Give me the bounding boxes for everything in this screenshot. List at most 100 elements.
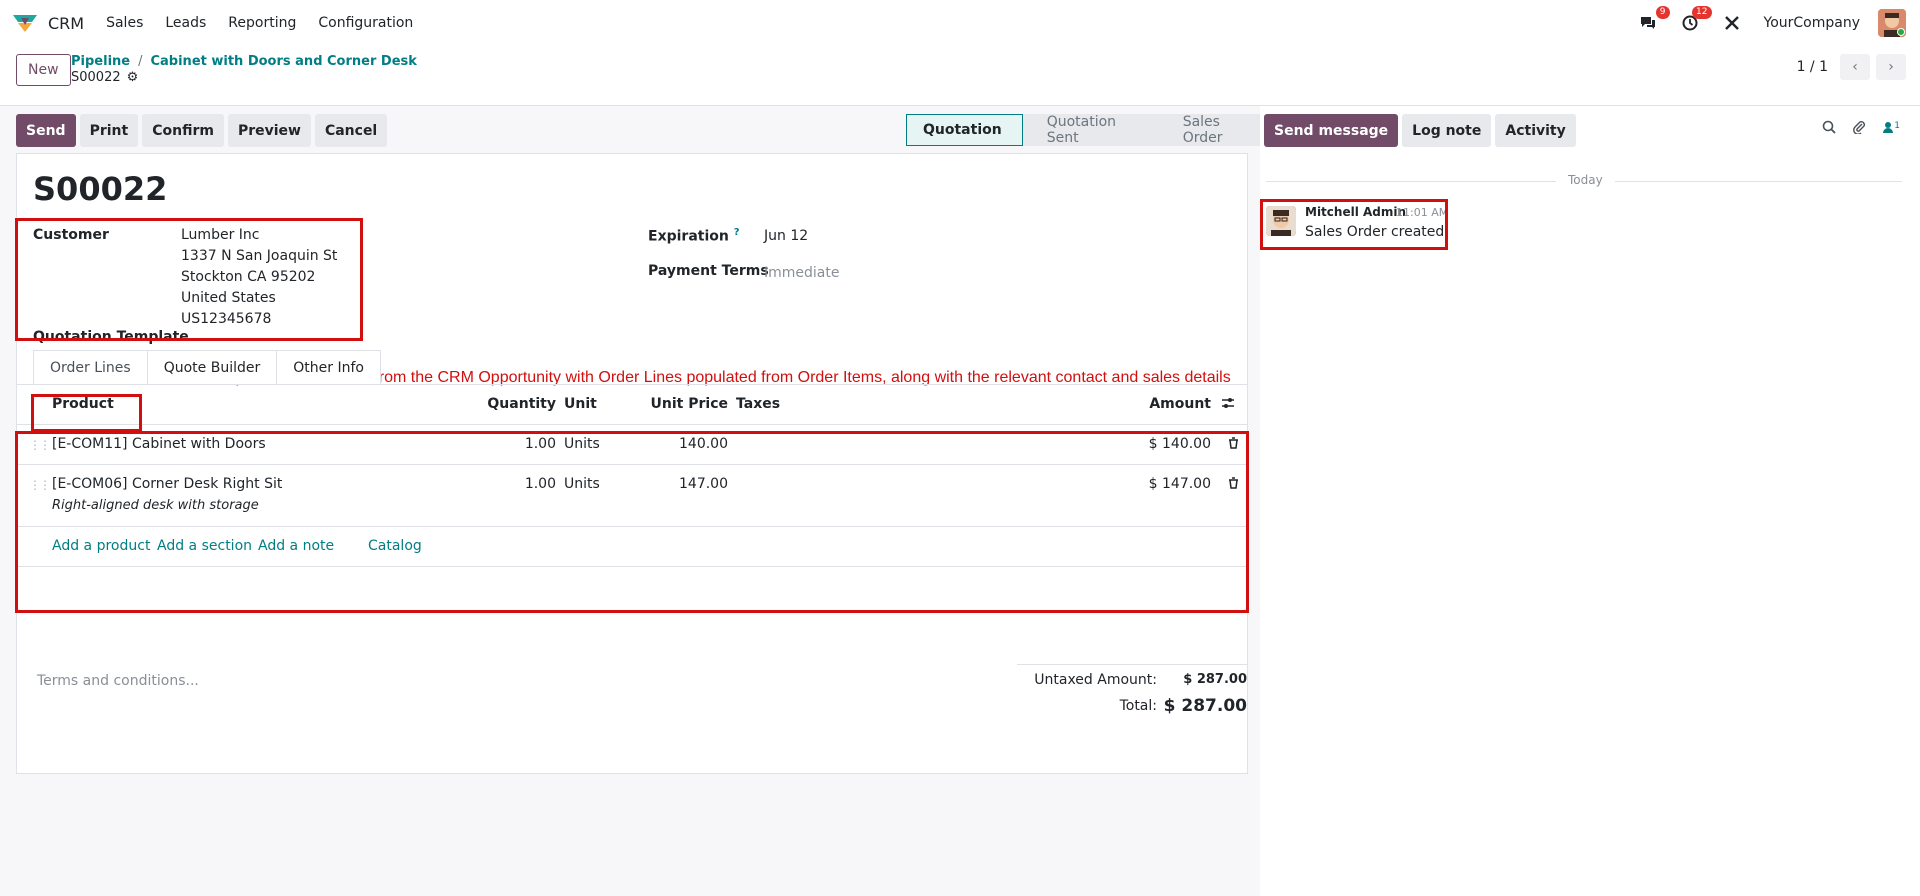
cancel-button[interactable]: Cancel xyxy=(314,114,388,147)
table-row[interactable]: ⋮⋮ [E-COM06] Corner Desk Right Sit 1.00 … xyxy=(17,465,1247,527)
new-button[interactable]: New xyxy=(16,54,71,86)
pager-value[interactable]: 1 / 1 xyxy=(1797,59,1828,75)
online-status-dot xyxy=(1897,28,1905,36)
line-quantity[interactable]: 1.00 xyxy=(377,476,556,492)
expiration-label: Expiration ? xyxy=(648,227,740,245)
pager-next-icon[interactable]: › xyxy=(1876,54,1906,80)
column-settings-icon[interactable] xyxy=(1221,396,1235,414)
table-header: Product Quantity Unit Unit Price Taxes A… xyxy=(17,385,1247,425)
user-avatar[interactable] xyxy=(1878,9,1906,37)
expiration-label-text: Expiration xyxy=(648,228,729,245)
delete-line-icon[interactable] xyxy=(1228,437,1239,452)
message-body: Sales Order created xyxy=(1305,224,1445,240)
customer-country: United States xyxy=(181,290,276,306)
activities-clock-icon[interactable]: 12 xyxy=(1680,6,1712,33)
send-message-button[interactable]: Send message xyxy=(1264,114,1399,147)
order-lines-table: Product Quantity Unit Unit Price Taxes A… xyxy=(17,385,1247,567)
search-icon[interactable] xyxy=(1822,120,1836,138)
confirm-button[interactable]: Confirm xyxy=(142,114,224,147)
drag-handle-icon[interactable]: ⋮⋮ xyxy=(29,478,51,492)
activities-badge: 12 xyxy=(1692,6,1712,19)
company-switcher[interactable]: YourCompany xyxy=(1764,15,1861,31)
chatter-panel: Send message Log note Activity 1 Today M… xyxy=(1260,106,1920,896)
line-amount: $ 147.00 xyxy=(1148,476,1211,492)
line-product[interactable]: [E-COM06] Corner Desk Right Sit xyxy=(52,476,282,492)
delete-line-icon[interactable] xyxy=(1228,477,1239,492)
line-quantity[interactable]: 1.00 xyxy=(377,436,556,452)
print-button[interactable]: Print xyxy=(79,114,139,147)
pager-previous-icon[interactable]: ‹ xyxy=(1840,54,1870,80)
message-author[interactable]: Mitchell Admin xyxy=(1305,205,1406,219)
expiration-field[interactable]: Jun 12 xyxy=(764,226,808,247)
help-tooltip-icon[interactable]: ? xyxy=(734,227,740,238)
line-unit-price[interactable]: 147.00 xyxy=(617,476,728,492)
app-name[interactable]: CRM xyxy=(48,14,84,33)
column-unit-price[interactable]: Unit Price xyxy=(617,396,728,412)
record-name: S00022 ⚙ xyxy=(71,70,138,85)
add-section-link[interactable]: Add a section xyxy=(157,538,252,554)
message-time: 11:01 AM xyxy=(1396,206,1449,219)
control-panel: New Pipeline / Cabinet with Doors and Co… xyxy=(0,46,1920,106)
customer-name: Lumber Inc xyxy=(181,227,260,243)
debug-tools-icon[interactable] xyxy=(1722,13,1742,33)
terms-input[interactable]: Terms and conditions... xyxy=(37,673,199,689)
payment-terms-label: Payment Terms xyxy=(648,263,769,279)
record-reference: S00022 xyxy=(71,70,121,85)
breadcrumb: Pipeline / Cabinet with Doors and Corner… xyxy=(71,54,417,69)
line-unit-price[interactable]: 140.00 xyxy=(617,436,728,452)
gear-icon[interactable]: ⚙ xyxy=(127,70,139,85)
tab-order-lines[interactable]: Order Lines xyxy=(33,350,148,385)
customer-street: 1337 N San Joaquin St xyxy=(181,248,338,264)
stage-sales-order[interactable]: Sales Order xyxy=(1158,114,1270,146)
add-note-link[interactable]: Add a note xyxy=(258,538,334,554)
menu-reporting[interactable]: Reporting xyxy=(228,15,296,31)
top-navbar: CRM Sales Leads Reporting Configuration … xyxy=(0,0,1920,46)
crm-logo-icon[interactable] xyxy=(12,13,38,33)
tab-other-info[interactable]: Other Info xyxy=(276,350,381,385)
preview-button[interactable]: Preview xyxy=(227,114,311,147)
totals-divider xyxy=(1017,664,1247,665)
table-row[interactable]: ⋮⋮ [E-COM11] Cabinet with Doors 1.00 Uni… xyxy=(17,425,1247,465)
column-quantity[interactable]: Quantity xyxy=(377,396,556,412)
add-line-links: Add a product Add a section Add a note C… xyxy=(17,527,1247,567)
activity-button[interactable]: Activity xyxy=(1495,114,1576,147)
customer-vat: US12345678 xyxy=(181,311,272,327)
log-note-button[interactable]: Log note xyxy=(1402,114,1492,147)
stage-quotation-sent[interactable]: Quotation Sent xyxy=(1022,114,1159,146)
message-author-avatar[interactable] xyxy=(1266,206,1296,236)
customer-field[interactable]: Lumber Inc 1337 N San Joaquin St Stockto… xyxy=(181,225,337,330)
menu-leads[interactable]: Leads xyxy=(165,15,206,31)
add-product-link[interactable]: Add a product xyxy=(52,538,150,554)
catalog-link[interactable]: Catalog xyxy=(368,538,422,554)
status-bar: Quotation Quotation Sent Sales Order xyxy=(906,114,1270,146)
breadcrumb-separator: / xyxy=(138,54,143,69)
column-product[interactable]: Product xyxy=(52,396,114,412)
column-unit[interactable]: Unit xyxy=(564,396,597,412)
line-product[interactable]: [E-COM11] Cabinet with Doors xyxy=(52,436,266,452)
followers-count: 1 xyxy=(1894,120,1900,131)
breadcrumb-pipeline[interactable]: Pipeline xyxy=(71,54,130,69)
stage-quotation[interactable]: Quotation xyxy=(906,114,1023,146)
breadcrumb-opportunity[interactable]: Cabinet with Doors and Corner Desk xyxy=(150,54,416,69)
untaxed-amount-value: $ 287.00 xyxy=(1183,672,1247,687)
customer-city: Stockton CA 95202 xyxy=(181,269,316,285)
tab-quote-builder[interactable]: Quote Builder xyxy=(146,350,278,385)
column-amount[interactable]: Amount xyxy=(1097,396,1211,412)
messages-icon[interactable]: 9 xyxy=(1638,6,1670,33)
quotation-template-label: Quotation Template xyxy=(33,329,189,345)
payment-terms-field[interactable]: Immediate xyxy=(764,263,839,284)
menu-configuration[interactable]: Configuration xyxy=(318,15,413,31)
menu-sales[interactable]: Sales xyxy=(106,15,143,31)
chatter-buttons: Send message Log note Activity xyxy=(1264,114,1580,147)
followers-icon[interactable]: 1 xyxy=(1882,121,1900,138)
customer-label: Customer xyxy=(33,227,109,243)
drag-handle-icon[interactable]: ⋮⋮ xyxy=(29,438,51,452)
line-description[interactable]: Right-aligned desk with storage xyxy=(52,498,259,513)
attachment-icon[interactable] xyxy=(1852,120,1866,138)
line-unit[interactable]: Units xyxy=(564,436,600,452)
column-taxes[interactable]: Taxes xyxy=(736,396,780,412)
line-unit[interactable]: Units xyxy=(564,476,600,492)
date-separator-label: Today xyxy=(1556,173,1615,187)
send-button[interactable]: Send xyxy=(16,114,76,147)
line-amount: $ 140.00 xyxy=(1148,436,1211,452)
